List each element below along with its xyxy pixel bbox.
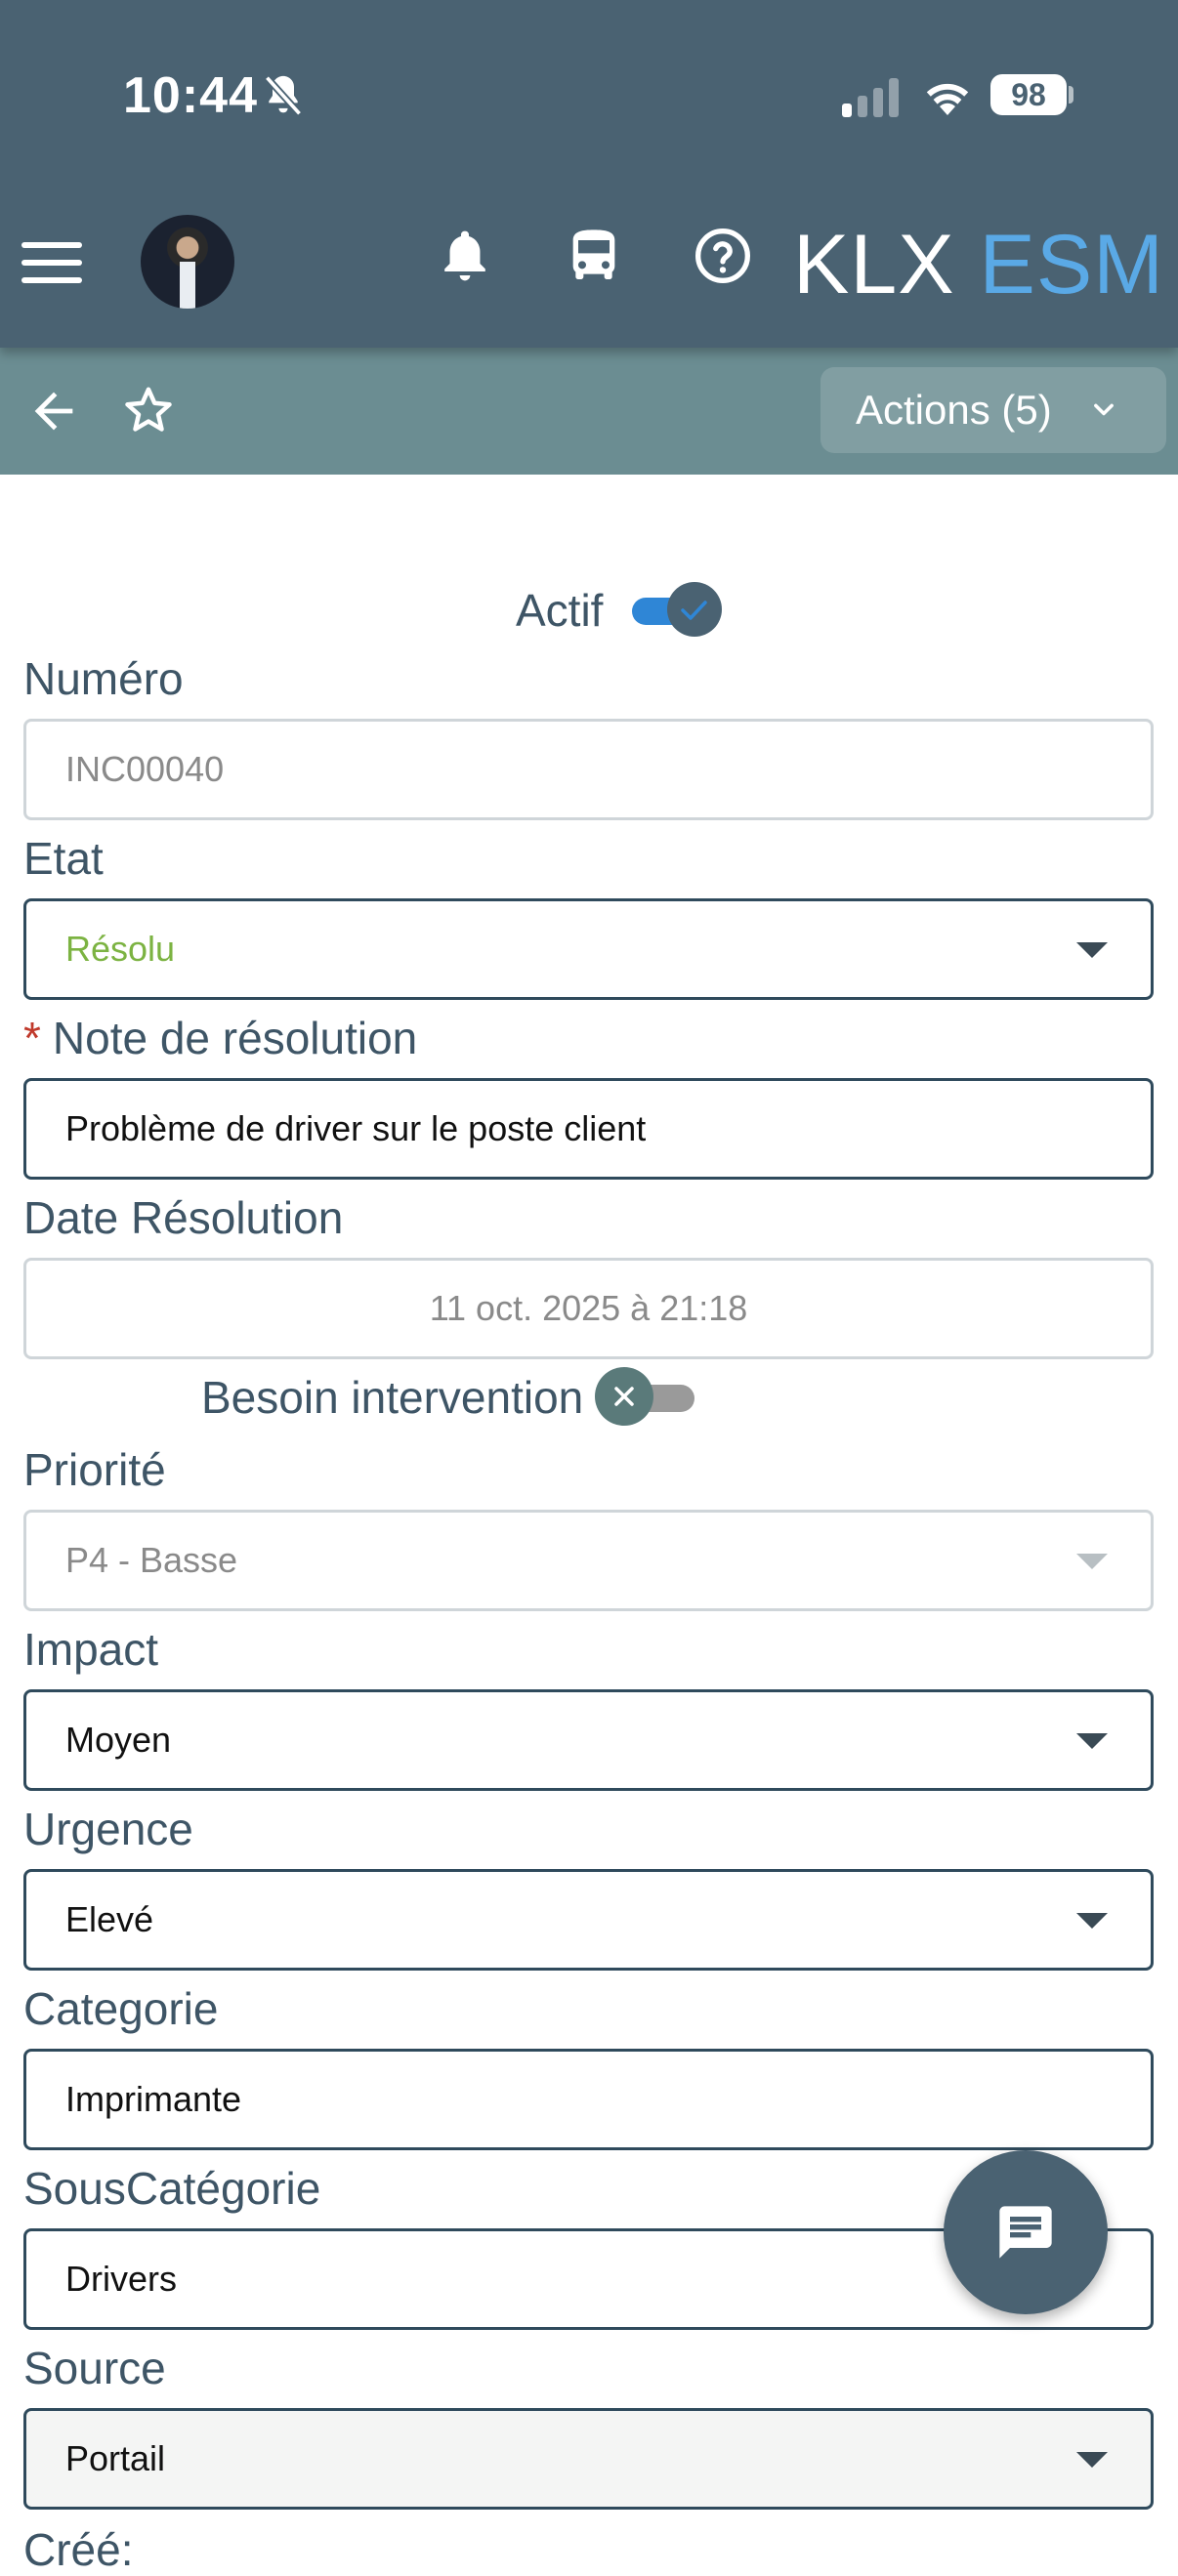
status-time: 10:44	[123, 67, 258, 124]
caret-down-icon	[1076, 1554, 1108, 1569]
note-resolution-label-text: Note de résolution	[52, 1013, 418, 1063]
battery-icon: 98	[990, 74, 1067, 115]
chat-icon	[999, 2206, 1052, 2259]
caret-down-icon	[1076, 942, 1108, 958]
required-mark: *	[23, 1013, 41, 1063]
actions-label: Actions (5)	[856, 387, 1052, 433]
source-value: Portail	[65, 2438, 166, 2478]
date-resolution-label: Date Résolution	[23, 1192, 344, 1243]
caret-down-icon	[1076, 1913, 1108, 1929]
battery-nub	[1069, 86, 1073, 104]
brand-primary: KLX	[793, 218, 955, 312]
help-icon[interactable]	[692, 225, 754, 287]
bell-off-icon	[264, 75, 303, 116]
urgence-label: Urgence	[23, 1804, 193, 1854]
wifi-icon	[926, 83, 969, 115]
urgence-value: Elevé	[65, 1899, 154, 1939]
sous-categorie-label: SousCatégorie	[23, 2163, 321, 2214]
chevron-down-icon	[1094, 403, 1114, 416]
etat-value: Résolu	[65, 929, 176, 969]
cree-label: Créé:	[23, 2524, 134, 2575]
priorite-label: Priorité	[23, 1444, 166, 1495]
actions-dropdown-button[interactable]: Actions (5)	[820, 367, 1166, 453]
signal-icon	[842, 78, 899, 117]
numero-label: Numéro	[23, 653, 184, 704]
avatar[interactable]	[141, 215, 234, 309]
actif-toggle-row: Actif	[516, 578, 737, 643]
besoin-intervention-label: Besoin intervention	[201, 1372, 584, 1423]
bell-icon[interactable]	[434, 225, 496, 287]
impact-label: Impact	[23, 1624, 159, 1675]
app-header: 10:44 98 KLX ESM	[0, 0, 1178, 348]
note-resolution-label: * Note de résolution	[23, 1012, 417, 1064]
priorite-select: P4 - Basse	[23, 1510, 1154, 1611]
etat-select[interactable]: Résolu	[23, 898, 1154, 1000]
source-select[interactable]: Portail	[23, 2408, 1154, 2510]
star-icon[interactable]	[119, 381, 178, 439]
caret-down-icon	[1076, 1733, 1108, 1749]
brand-secondary: ESM	[979, 218, 1164, 312]
urgence-select[interactable]: Elevé	[23, 1869, 1154, 1971]
impact-select[interactable]: Moyen	[23, 1689, 1154, 1791]
priorite-value: P4 - Basse	[65, 1540, 238, 1580]
actif-toggle[interactable]	[626, 578, 737, 643]
actif-label: Actif	[516, 585, 604, 636]
besoin-intervention-toggle[interactable]	[593, 1365, 700, 1430]
chat-fab-button[interactable]	[944, 2150, 1108, 2314]
numero-field: INC00040	[23, 719, 1154, 820]
caret-down-icon	[1076, 2452, 1108, 2468]
date-resolution-field: 11 oct. 2025 à 21:18	[23, 1258, 1154, 1359]
etat-label: Etat	[23, 833, 104, 884]
besoin-intervention-row: Besoin intervention	[201, 1365, 700, 1430]
back-arrow-icon[interactable]	[25, 383, 82, 439]
impact-value: Moyen	[65, 1720, 172, 1760]
categorie-label: Categorie	[23, 1983, 219, 2034]
source-label: Source	[23, 2343, 166, 2393]
categorie-field[interactable]: Imprimante	[23, 2049, 1154, 2150]
note-resolution-input[interactable]: Problème de driver sur le poste client	[23, 1078, 1154, 1180]
menu-icon[interactable]	[21, 242, 82, 287]
brand-logo: KLX ESM	[793, 217, 1164, 313]
bus-icon[interactable]	[563, 225, 625, 287]
